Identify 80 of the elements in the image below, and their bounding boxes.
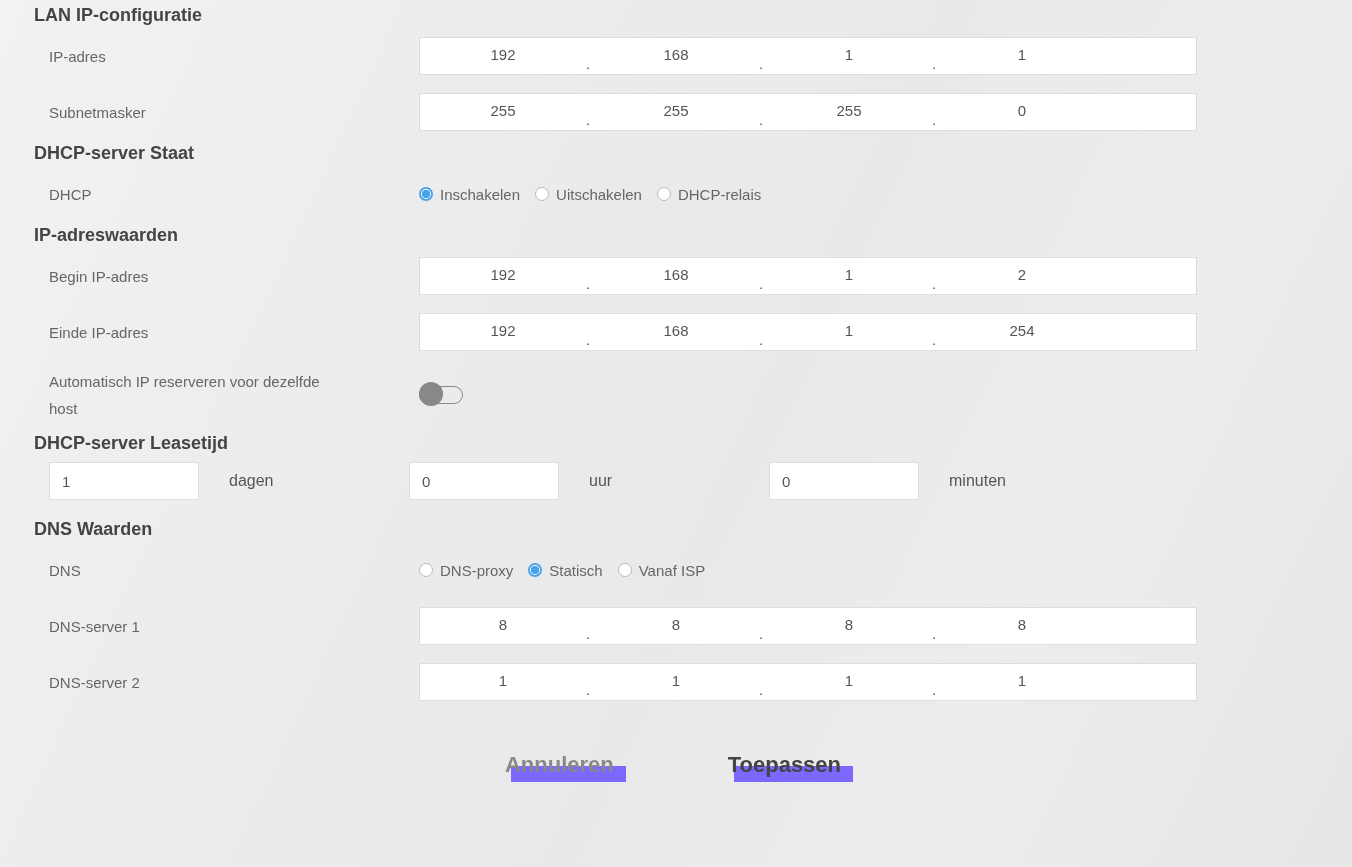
octet-separator: . bbox=[932, 274, 938, 294]
ip-address-field[interactable]: 192 . 168 . 1 . 1 bbox=[419, 37, 1197, 75]
octet-separator: . bbox=[759, 54, 765, 74]
radio-button[interactable] bbox=[419, 563, 433, 577]
octet-value: 1 bbox=[843, 672, 855, 689]
ip-address-field[interactable]: 255 . 255 . 255 . 0 bbox=[419, 93, 1197, 131]
octet-separator: . bbox=[586, 110, 592, 130]
lease-input[interactable]: 0 bbox=[769, 462, 919, 500]
radio-label[interactable]: DNS-proxy bbox=[440, 561, 514, 579]
section-heading: IP-adreswaarden bbox=[34, 224, 180, 247]
radio-button[interactable] bbox=[528, 563, 543, 577]
ip-address-field[interactable]: 8 . 8 . 8 . 8 bbox=[419, 607, 1197, 645]
radio-label[interactable]: Statisch bbox=[549, 561, 603, 579]
field-label: DNS-server 2 bbox=[49, 673, 141, 691]
octet-separator: . bbox=[759, 274, 765, 294]
unit-label: dagen bbox=[229, 472, 274, 490]
octet-value: 1 bbox=[670, 672, 682, 689]
octet-value: 2 bbox=[1016, 266, 1028, 283]
field-label: DHCP bbox=[49, 185, 93, 203]
octet-value: 8 bbox=[670, 616, 682, 633]
ip-address-field[interactable]: 1 . 1 . 1 . 1 bbox=[419, 663, 1197, 701]
octet-value: 168 bbox=[662, 266, 690, 283]
ip-address-field[interactable]: 192 . 168 . 1 . 2 bbox=[419, 257, 1197, 295]
unit-label: uur bbox=[589, 472, 613, 490]
octet-value: 254 bbox=[1008, 322, 1036, 339]
octet-separator: . bbox=[586, 680, 592, 700]
octet-separator: . bbox=[932, 54, 938, 74]
octet-separator: . bbox=[759, 330, 765, 350]
octet-separator: . bbox=[759, 110, 765, 130]
octet-separator: . bbox=[759, 624, 765, 644]
octet-value: 0 bbox=[1016, 102, 1028, 119]
field-label: Begin IP-adres bbox=[49, 267, 150, 285]
section-heading: DHCP-server Leasetijd bbox=[34, 432, 230, 455]
field-label: IP-adres bbox=[49, 47, 107, 65]
radio-label[interactable]: Uitschakelen bbox=[556, 185, 642, 203]
lease-input[interactable]: 0 bbox=[409, 462, 559, 500]
octet-value: 1 bbox=[843, 322, 855, 339]
octet-separator: . bbox=[932, 624, 938, 644]
octet-separator: . bbox=[586, 54, 592, 74]
section-heading: DHCP-server Staat bbox=[34, 142, 196, 165]
radio-button[interactable] bbox=[617, 563, 632, 577]
octet-value: 8 bbox=[1016, 616, 1028, 633]
octet-separator: . bbox=[759, 680, 765, 700]
field-label: Einde IP-adres bbox=[49, 323, 150, 341]
unit-label: minuten bbox=[949, 472, 1006, 490]
field-label: DNS-server 1 bbox=[49, 617, 141, 635]
octet-value: 1 bbox=[843, 46, 855, 63]
octet-value: 255 bbox=[835, 102, 863, 119]
octet-separator: . bbox=[586, 624, 592, 644]
octet-value: 1 bbox=[843, 266, 855, 283]
octet-separator: . bbox=[586, 274, 592, 294]
radio-button[interactable] bbox=[535, 187, 550, 201]
radio-label[interactable]: Vanaf ISP bbox=[638, 561, 706, 579]
octet-value: 192 bbox=[489, 46, 517, 63]
lease-input[interactable]: 1 bbox=[49, 462, 199, 500]
ip-address-field[interactable]: 192 . 168 . 1 . 254 bbox=[419, 313, 1197, 351]
radio-button[interactable] bbox=[419, 187, 433, 201]
octet-value: 8 bbox=[843, 616, 855, 633]
octet-value: 192 bbox=[489, 322, 517, 339]
octet-value: 255 bbox=[662, 102, 690, 119]
field-label: Subnetmasker bbox=[49, 103, 147, 121]
radio-label[interactable]: Inschakelen bbox=[440, 185, 521, 203]
octet-value: 192 bbox=[489, 266, 517, 283]
radio-button[interactable] bbox=[656, 187, 671, 201]
octet-value: 1 bbox=[497, 672, 509, 689]
octet-value: 8 bbox=[497, 616, 509, 633]
field-label: DNS bbox=[49, 561, 82, 579]
octet-separator: . bbox=[932, 330, 938, 350]
section-heading: DNS Waarden bbox=[34, 518, 154, 541]
octet-separator: . bbox=[932, 680, 938, 700]
octet-value: 255 bbox=[489, 102, 517, 119]
octet-value: 1 bbox=[1016, 672, 1028, 689]
octet-separator: . bbox=[932, 110, 938, 130]
section-heading: LAN IP-configuratie bbox=[34, 4, 203, 27]
octet-value: 1 bbox=[1016, 46, 1028, 63]
radio-label[interactable]: DHCP-relais bbox=[677, 185, 762, 203]
octet-separator: . bbox=[586, 330, 592, 350]
octet-value: 168 bbox=[662, 46, 690, 63]
field-label: Automatisch IP reserveren voor dezelfde host bbox=[49, 372, 321, 419]
octet-value: 168 bbox=[662, 322, 690, 339]
